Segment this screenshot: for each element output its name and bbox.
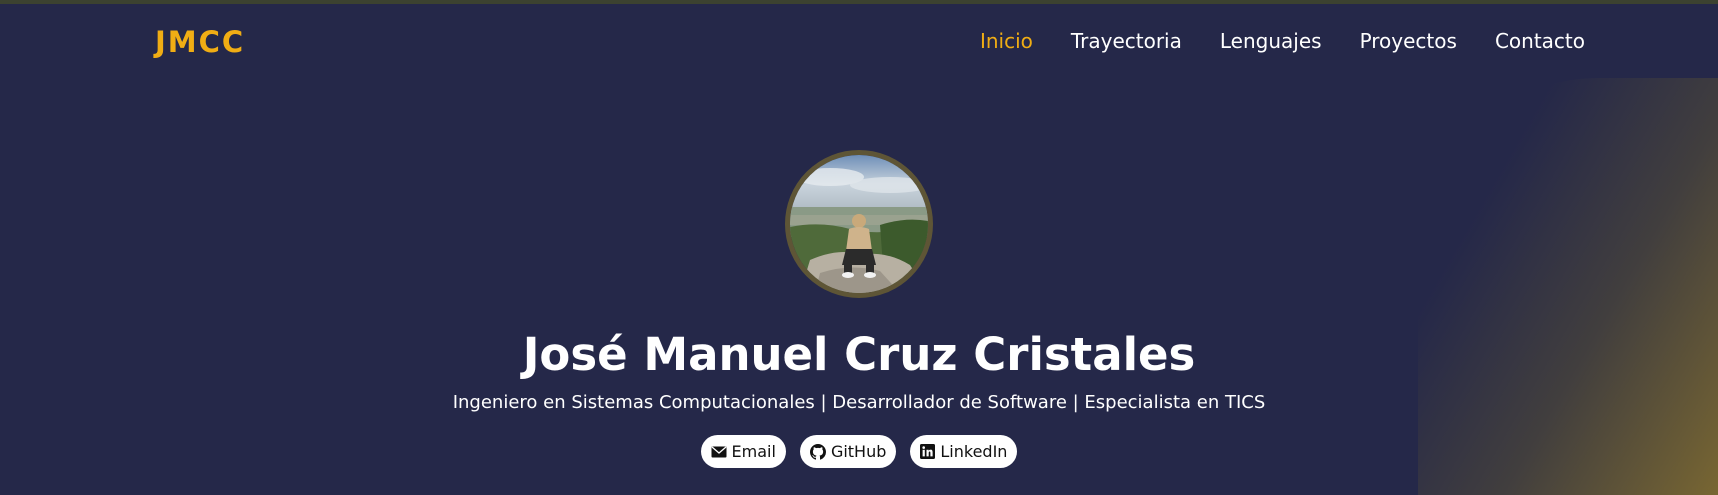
envelope-icon: [711, 446, 727, 457]
github-icon: [809, 443, 826, 460]
github-button[interactable]: GitHub: [799, 435, 897, 468]
hero-subtitle: Ingeniero en Sistemas Computacionales | …: [452, 392, 1266, 413]
nav-item-contacto[interactable]: Contacto: [1495, 29, 1585, 53]
nav-menu: Inicio Trayectoria Lenguajes Proyectos C…: [980, 29, 1585, 53]
email-button[interactable]: Email: [700, 435, 786, 468]
social-links: Email GitHub LinkedIn: [0, 435, 1718, 468]
page-title: José Manuel Cruz Cristales: [522, 328, 1196, 381]
hero-section: José Manuel Cruz Cristales Ingeniero en …: [0, 150, 1718, 468]
nav-item-proyectos[interactable]: Proyectos: [1360, 29, 1457, 53]
email-label: Email: [731, 442, 776, 461]
avatar: [785, 150, 933, 298]
page: JMCC Inicio Trayectoria Lenguajes Proyec…: [0, 0, 1718, 495]
linkedin-icon: [920, 444, 936, 459]
linkedin-button[interactable]: LinkedIn: [910, 435, 1018, 468]
github-label: GitHub: [830, 442, 887, 461]
nav-item-lenguajes[interactable]: Lenguajes: [1220, 29, 1322, 53]
linkedin-label: LinkedIn: [940, 442, 1008, 461]
profile-photo: [790, 155, 928, 293]
nav-item-inicio[interactable]: Inicio: [980, 29, 1033, 53]
navbar: JMCC Inicio Trayectoria Lenguajes Proyec…: [0, 4, 1718, 78]
site-logo[interactable]: JMCC: [155, 25, 245, 59]
nav-item-trayectoria[interactable]: Trayectoria: [1071, 29, 1182, 53]
